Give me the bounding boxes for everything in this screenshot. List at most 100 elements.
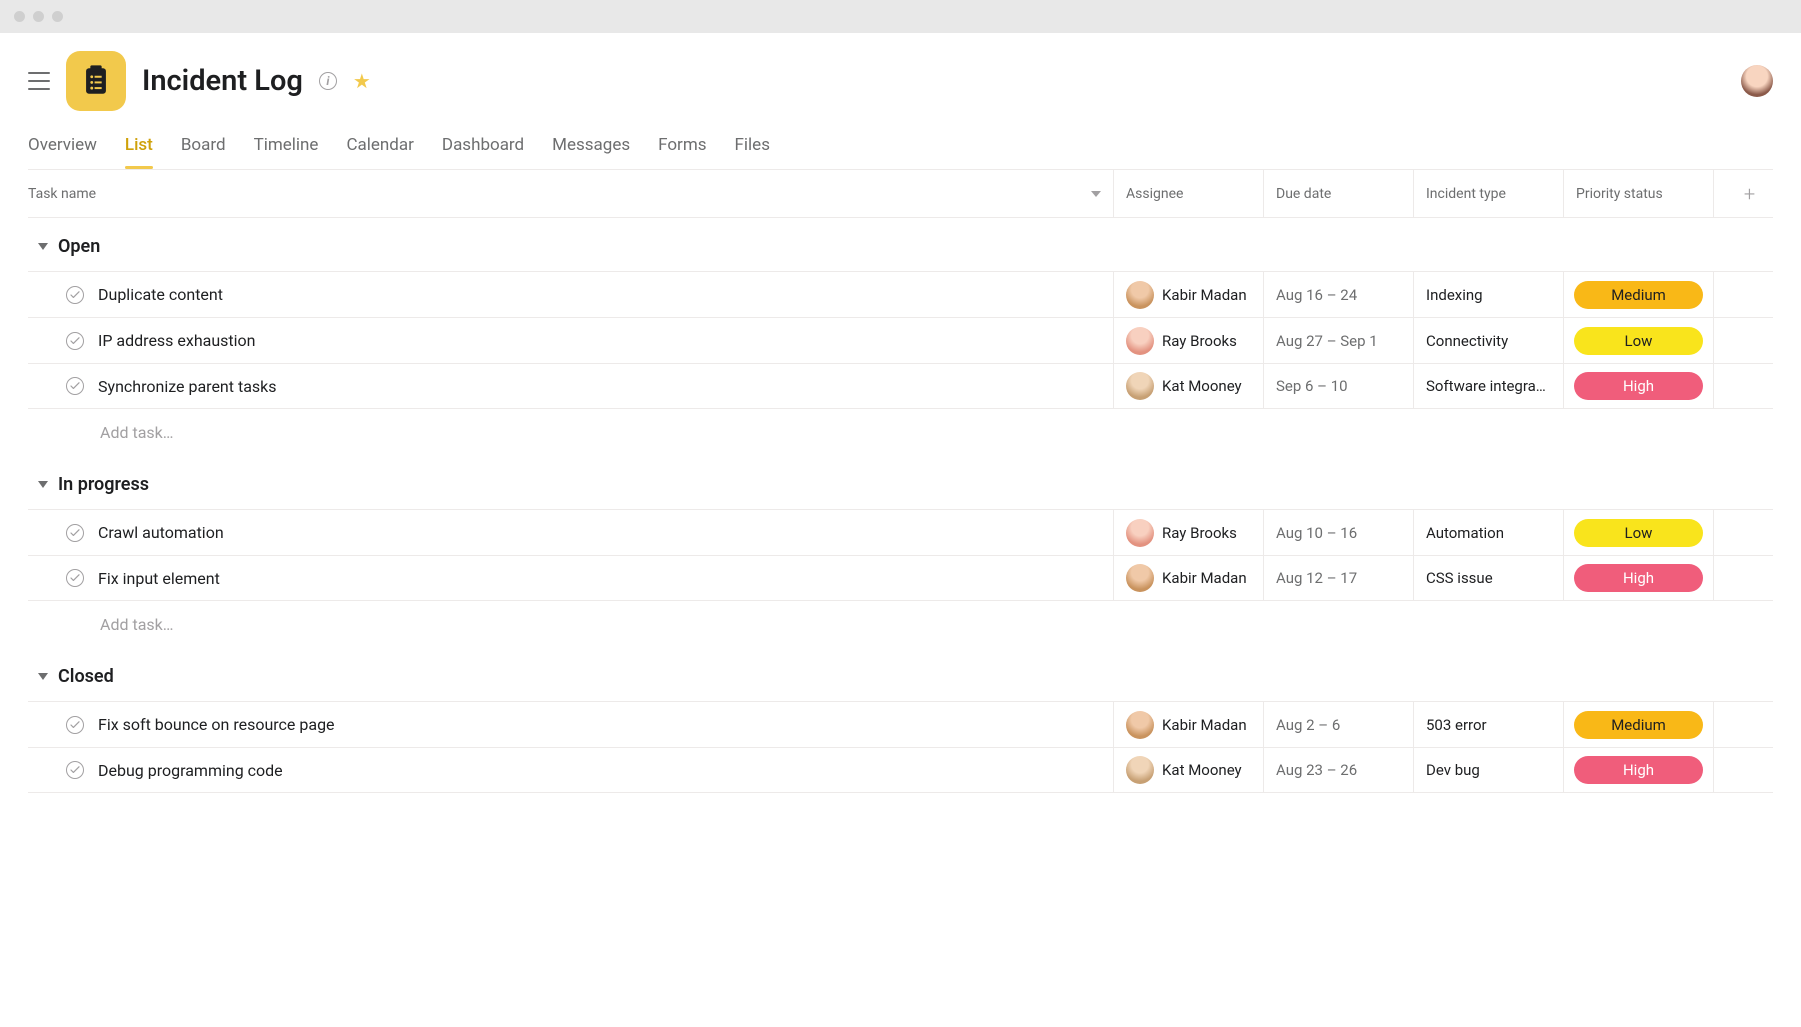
task-row[interactable]: Crawl automation Ray BrooksAug 10 – 16Aut… bbox=[28, 509, 1773, 555]
column-incident-type[interactable]: Incident type bbox=[1413, 170, 1563, 217]
priority-pill: High bbox=[1574, 372, 1703, 400]
window-zoom-button[interactable] bbox=[52, 11, 63, 22]
project-tabs: Overview List Board Timeline Calendar Dashboa… bbox=[28, 121, 1773, 170]
complete-task-checkbox[interactable] bbox=[66, 377, 84, 395]
due-date-cell[interactable]: Aug 10 – 16 bbox=[1263, 510, 1413, 555]
task-row[interactable]: Duplicate content Kabir Madan Aug 16 – 24I… bbox=[28, 271, 1773, 317]
empty-cell bbox=[1713, 556, 1773, 600]
assignee-cell[interactable]: Kat Mooney bbox=[1113, 748, 1263, 792]
priority-cell[interactable]: Low bbox=[1563, 510, 1713, 555]
incident-type-cell[interactable]: CSS issue bbox=[1413, 556, 1563, 600]
task-row[interactable]: IP address exhaustion Ray BrooksAug 27 – … bbox=[28, 317, 1773, 363]
task-name: Crawl automation bbox=[98, 523, 224, 542]
assignee-name: Kat Mooney bbox=[1162, 377, 1242, 395]
incident-type-cell[interactable]: Automation bbox=[1413, 510, 1563, 555]
incident-type-cell[interactable]: Software integra… bbox=[1413, 364, 1563, 408]
empty-cell bbox=[1713, 272, 1773, 317]
incident-type-cell[interactable]: Connectivity bbox=[1413, 318, 1563, 363]
column-priority-status[interactable]: Priority status bbox=[1563, 170, 1713, 217]
window-minimize-button[interactable] bbox=[33, 11, 44, 22]
task-name: Fix input element bbox=[98, 569, 220, 588]
assignee-name: Kabir Madan bbox=[1162, 716, 1247, 734]
priority-cell[interactable]: High bbox=[1563, 364, 1713, 408]
task-row[interactable]: Debug programming codeKat MooneyAug 23 –… bbox=[28, 747, 1773, 793]
section-caret-icon bbox=[38, 481, 48, 488]
incident-type-cell[interactable]: Indexing bbox=[1413, 272, 1563, 317]
add-column-button[interactable]: + bbox=[1713, 170, 1773, 217]
section-header[interactable]: Open bbox=[28, 218, 1773, 271]
assignee-name: Kabir Madan bbox=[1162, 569, 1247, 587]
check-icon bbox=[70, 291, 80, 299]
priority-cell[interactable]: High bbox=[1563, 556, 1713, 600]
tab-messages[interactable]: Messages bbox=[552, 125, 630, 169]
assignee-avatar bbox=[1126, 281, 1154, 309]
complete-task-checkbox[interactable] bbox=[66, 716, 84, 734]
priority-pill: Medium bbox=[1574, 281, 1703, 309]
assignee-cell[interactable]: Ray Brooks bbox=[1113, 318, 1263, 363]
task-name: Fix soft bounce on resource page bbox=[98, 715, 335, 734]
assignee-cell[interactable]: Kabir Madan bbox=[1113, 272, 1263, 317]
assignee-cell[interactable]: Kabir Madan bbox=[1113, 556, 1263, 600]
complete-task-checkbox[interactable] bbox=[66, 524, 84, 542]
tab-timeline[interactable]: Timeline bbox=[254, 125, 319, 169]
current-user-avatar[interactable] bbox=[1741, 65, 1773, 97]
chevron-down-icon[interactable] bbox=[1091, 191, 1101, 197]
priority-cell[interactable]: Medium bbox=[1563, 702, 1713, 747]
assignee-name: Kabir Madan bbox=[1162, 286, 1247, 304]
tab-board[interactable]: Board bbox=[181, 125, 226, 169]
priority-pill: High bbox=[1574, 564, 1703, 592]
complete-task-checkbox[interactable] bbox=[66, 286, 84, 304]
tab-dashboard[interactable]: Dashboard bbox=[442, 125, 524, 169]
complete-task-checkbox[interactable] bbox=[66, 761, 84, 779]
priority-cell[interactable]: High bbox=[1563, 748, 1713, 792]
due-date-cell[interactable]: Aug 2 – 6 bbox=[1263, 702, 1413, 747]
project-header: Incident Log i ★ bbox=[28, 33, 1773, 121]
priority-cell[interactable]: Low bbox=[1563, 318, 1713, 363]
priority-pill: Low bbox=[1574, 327, 1703, 355]
task-row[interactable]: Synchronize parent tasks Kat Mooney Sep 6 … bbox=[28, 363, 1773, 409]
assignee-cell[interactable]: Kat Mooney bbox=[1113, 364, 1263, 408]
due-date-cell[interactable]: Aug 16 – 24 bbox=[1263, 272, 1413, 317]
empty-cell bbox=[1713, 702, 1773, 747]
due-date-cell[interactable]: Sep 6 – 10 bbox=[1263, 364, 1413, 408]
tab-overview[interactable]: Overview bbox=[28, 125, 97, 169]
window-close-button[interactable] bbox=[14, 11, 25, 22]
info-icon[interactable]: i bbox=[319, 72, 337, 90]
tab-list[interactable]: List bbox=[125, 125, 153, 169]
project-title[interactable]: Incident Log bbox=[142, 64, 303, 98]
assignee-avatar bbox=[1126, 372, 1154, 400]
assignee-cell[interactable]: Kabir Madan bbox=[1113, 702, 1263, 747]
tab-calendar[interactable]: Calendar bbox=[346, 125, 413, 169]
assignee-avatar bbox=[1126, 756, 1154, 784]
tab-files[interactable]: Files bbox=[735, 125, 770, 169]
empty-cell bbox=[1713, 318, 1773, 363]
complete-task-checkbox[interactable] bbox=[66, 332, 84, 350]
task-name: Duplicate content bbox=[98, 285, 223, 304]
check-icon bbox=[70, 337, 80, 345]
section-header[interactable]: In progress bbox=[28, 456, 1773, 509]
tab-forms[interactable]: Forms bbox=[658, 125, 706, 169]
incident-type-cell[interactable]: 503 error bbox=[1413, 702, 1563, 747]
due-date-cell[interactable]: Aug 27 – Sep 1 bbox=[1263, 318, 1413, 363]
task-name: Synchronize parent tasks bbox=[98, 377, 277, 396]
task-name: IP address exhaustion bbox=[98, 331, 256, 350]
task-row[interactable]: Fix soft bounce on resource page Kabir Ma… bbox=[28, 701, 1773, 747]
add-task-button[interactable]: Add task… bbox=[28, 409, 1773, 456]
add-task-button[interactable]: Add task… bbox=[28, 601, 1773, 648]
section-header[interactable]: Closed bbox=[28, 648, 1773, 701]
star-icon[interactable]: ★ bbox=[353, 69, 371, 93]
project-icon-clipboard[interactable] bbox=[66, 51, 126, 111]
due-date-cell[interactable]: Aug 23 – 26 bbox=[1263, 748, 1413, 792]
sidebar-toggle-button[interactable] bbox=[28, 72, 50, 90]
task-row[interactable]: Fix input element Kabir Madan Aug 12 – 17C… bbox=[28, 555, 1773, 601]
column-due-date[interactable]: Due date bbox=[1263, 170, 1413, 217]
window-chrome bbox=[0, 0, 1801, 33]
complete-task-checkbox[interactable] bbox=[66, 569, 84, 587]
check-icon bbox=[70, 721, 80, 729]
assignee-cell[interactable]: Ray Brooks bbox=[1113, 510, 1263, 555]
column-assignee[interactable]: Assignee bbox=[1113, 170, 1263, 217]
incident-type-cell[interactable]: Dev bug bbox=[1413, 748, 1563, 792]
column-task-name[interactable]: Task name bbox=[28, 186, 96, 202]
priority-cell[interactable]: Medium bbox=[1563, 272, 1713, 317]
due-date-cell[interactable]: Aug 12 – 17 bbox=[1263, 556, 1413, 600]
